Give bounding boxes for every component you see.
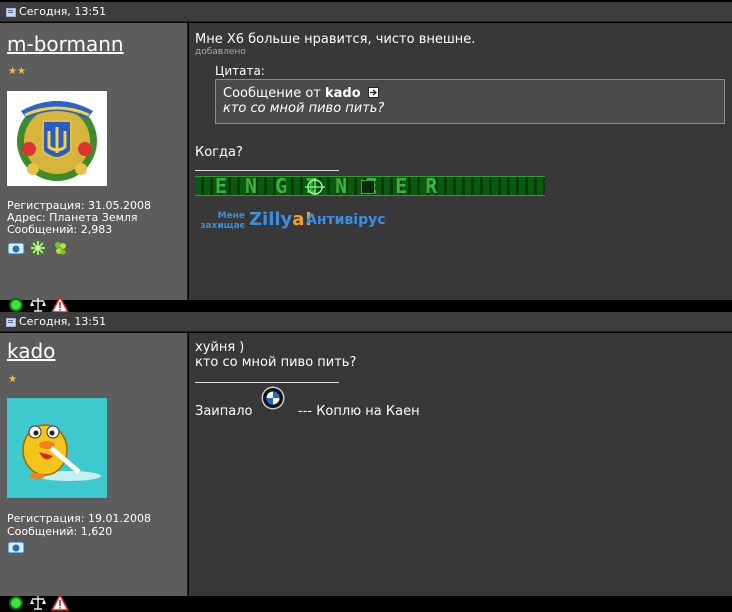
flower-award-icon bbox=[31, 241, 45, 255]
zillya-brand: Zillya! bbox=[249, 209, 313, 230]
post-icon bbox=[6, 318, 16, 327]
avatar bbox=[7, 91, 107, 186]
post-header: Сегодня, 13:51 bbox=[0, 312, 732, 332]
signature-divider bbox=[195, 170, 339, 171]
post: Сегодня, 13:51 kado ★ Регистрация: 19.01… bbox=[0, 310, 732, 611]
username-link[interactable]: kado bbox=[7, 339, 55, 363]
bmw-logo-icon bbox=[261, 386, 285, 410]
post-message-line-2: кто со мной пиво пить? bbox=[195, 355, 357, 370]
quote-from-prefix: Сообщение от bbox=[223, 86, 321, 101]
avatar bbox=[7, 398, 107, 498]
post-header: Сегодня, 13:51 bbox=[0, 2, 732, 22]
zillya-signature[interactable]: Мене захищає Zillya! Антивірус bbox=[195, 209, 395, 235]
post: Сегодня, 13:51 m-bormann ★★ Регистрация:… bbox=[0, 0, 732, 313]
signature-right-text: --- Коплю на Каен bbox=[298, 404, 420, 419]
post-message: Мне X6 больше нравится, чисто внешне. bbox=[195, 32, 476, 47]
quote-box: Сообщение от kado кто со мной пиво пить? bbox=[215, 79, 725, 124]
zillya-product: Антивірус bbox=[306, 212, 386, 228]
quote-text: кто со мной пиво пить? bbox=[223, 101, 385, 116]
user-sidebar: kado ★ Регистрация: 19.01.2008 Сообщений… bbox=[0, 333, 188, 611]
camera-award-icon bbox=[7, 242, 25, 255]
user-message-count: Сообщений: 1,620 bbox=[7, 525, 113, 538]
goto-post-icon[interactable] bbox=[367, 87, 379, 98]
report-warning-icon[interactable] bbox=[51, 594, 69, 612]
reputation-scales-icon[interactable] bbox=[29, 594, 47, 612]
award-icons bbox=[7, 538, 25, 556]
en-flag-icon bbox=[361, 180, 375, 194]
quote-label: Цитата: bbox=[215, 64, 265, 78]
online-status-icon bbox=[9, 596, 23, 610]
rank-stars: ★★ bbox=[8, 66, 26, 77]
user-sidebar: m-bormann ★★ Регистрация: 31.05.2008 Адр… bbox=[0, 23, 188, 313]
quote-author: kado bbox=[325, 86, 361, 101]
signature-divider bbox=[195, 382, 339, 383]
post-action-icons bbox=[7, 594, 69, 612]
signature-left-text: Заипало bbox=[195, 404, 253, 419]
banner-text: ENGINEER bbox=[215, 176, 456, 196]
post-content: хуйня ) кто со мной пиво пить? Заипало -… bbox=[189, 333, 732, 596]
award-icons bbox=[7, 239, 69, 257]
post-date: Сегодня, 13:51 bbox=[19, 315, 107, 328]
post-message-line-1: хуйня ) bbox=[195, 340, 245, 355]
added-note: добавлено bbox=[195, 47, 246, 57]
post-icon bbox=[6, 8, 16, 17]
zillya-small-text: Мене захищає bbox=[195, 211, 245, 231]
post-reply: Когда? bbox=[195, 145, 243, 160]
user-registration: Регистрация: 19.01.2008 bbox=[7, 512, 151, 525]
grapes-award-icon bbox=[55, 242, 66, 255]
post-content: Мне X6 больше нравится, чисто внешне. до… bbox=[189, 23, 732, 300]
camera-award-icon bbox=[7, 541, 25, 554]
username-link[interactable]: m-bormann bbox=[7, 32, 124, 56]
user-message-count: Сообщений: 2,983 bbox=[7, 223, 113, 236]
crosshair-icon bbox=[305, 178, 325, 195]
rank-stars: ★ bbox=[8, 374, 17, 385]
post-date: Сегодня, 13:51 bbox=[19, 5, 107, 18]
signature-banner: ENGINEER bbox=[195, 176, 545, 196]
zillya-brand-text: Zilly bbox=[249, 209, 293, 230]
zillya-small-line-2: захищає bbox=[200, 221, 245, 231]
zillya-small-line-1: Мене bbox=[217, 211, 245, 221]
